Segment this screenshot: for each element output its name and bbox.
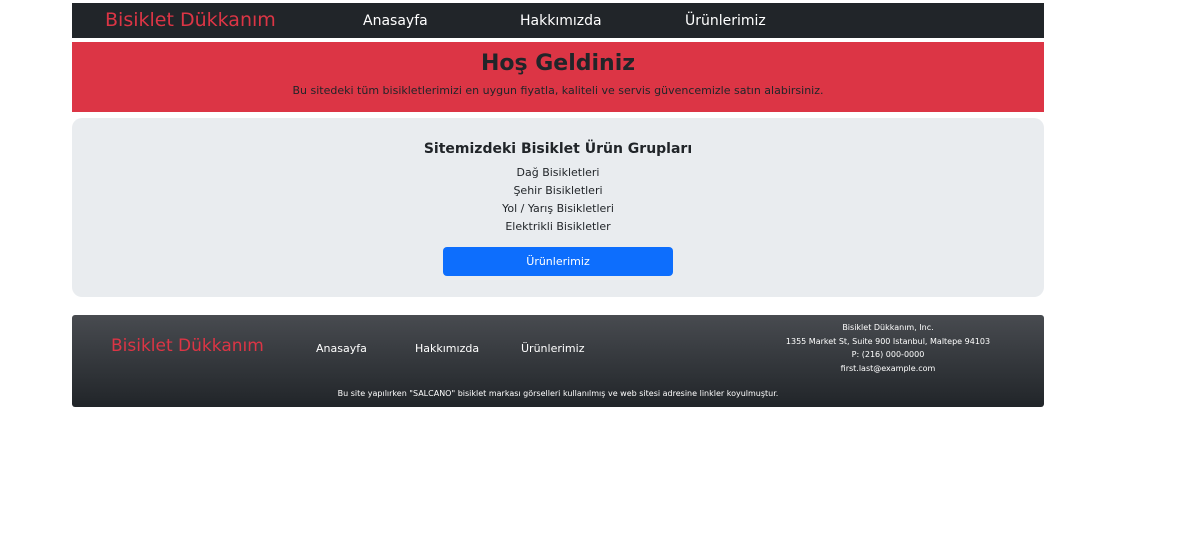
footer-brand[interactable]: Bisiklet Dükkanım bbox=[111, 338, 264, 355]
phone-number: P: (216) 000-0000 bbox=[851, 350, 925, 359]
nav-link-home[interactable]: Anasayfa bbox=[363, 13, 428, 29]
street-address: 1355 Market St, Suite 900 Istanbul, Malt… bbox=[785, 336, 991, 346]
list-item: Dağ Bisikletleri bbox=[516, 166, 600, 179]
product-groups-heading: Sitemizdeki Bisiklet Ürün Grupları bbox=[423, 141, 693, 157]
list-item: Yol / Yarış Bisikletleri bbox=[502, 202, 614, 215]
footer-address: Bisiklet Dükkanım, Inc. 1355 Market St, … bbox=[772, 321, 1004, 375]
list-item: Elektrikli Bisikletler bbox=[505, 220, 611, 233]
hero-banner: Hoş Geldiniz Bu sitedeki tüm bisikletler… bbox=[72, 42, 1044, 112]
products-button[interactable]: Ürünlerimiz bbox=[443, 247, 673, 276]
top-navbar: Bisiklet Dükkanım Anasayfa Hakkımızda Ür… bbox=[72, 3, 1044, 38]
company-name: Bisiklet Dükkanım, Inc. bbox=[842, 323, 934, 332]
footer-link-about[interactable]: Hakkımızda bbox=[415, 342, 479, 355]
hero-subtitle: Bu sitedeki tüm bisikletlerimizi en uygu… bbox=[292, 84, 824, 97]
footer-link-home[interactable]: Anasayfa bbox=[316, 342, 367, 355]
product-groups-list: Dağ Bisikletleri Şehir Bisikletleri Yol … bbox=[72, 164, 1044, 236]
footer-disclaimer: Bu site yapılırken "SALCANO" bisiklet ma… bbox=[337, 389, 779, 398]
footer: Bisiklet Dükkanım Anasayfa Hakkımızda Ür… bbox=[72, 315, 1044, 407]
list-item: Şehir Bisikletleri bbox=[513, 184, 603, 197]
hero-title: Hoş Geldiniz bbox=[480, 51, 636, 76]
footer-link-products[interactable]: Ürünlerimiz bbox=[521, 342, 584, 355]
product-groups-panel: Sitemizdeki Bisiklet Ürün Grupları Dağ B… bbox=[72, 118, 1044, 297]
email-address[interactable]: first.last@example.com bbox=[772, 362, 1004, 376]
nav-link-about[interactable]: Hakkımızda bbox=[520, 13, 602, 29]
nav-link-products[interactable]: Ürünlerimiz bbox=[685, 13, 766, 29]
navbar-brand[interactable]: Bisiklet Dükkanım bbox=[105, 11, 363, 30]
